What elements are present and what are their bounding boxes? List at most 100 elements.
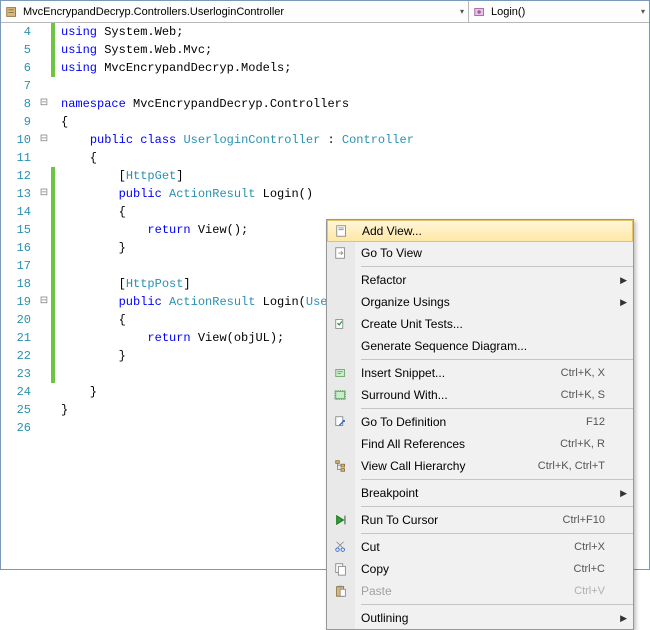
fold-toggle	[37, 203, 51, 221]
snippet-icon	[327, 362, 355, 384]
fold-toggle	[37, 329, 51, 347]
menu-label: Create Unit Tests...	[361, 317, 613, 331]
menu-item-view-call-hierarchy[interactable]: View Call HierarchyCtrl+K, Ctrl+T	[327, 455, 633, 477]
fold-toggle	[37, 347, 51, 365]
surround-icon	[327, 384, 355, 406]
menu-item-breakpoint[interactable]: Breakpoint▶	[327, 482, 633, 504]
copy-icon	[327, 558, 355, 580]
menu-item-outlining[interactable]: Outlining▶	[327, 607, 633, 629]
navigation-bar: MvcEncrypandDecryp.Controllers.Userlogin…	[1, 1, 649, 23]
menu-shortcut: Ctrl+K, S	[561, 389, 613, 401]
method-name: Login()	[491, 6, 525, 18]
fold-toggle	[37, 401, 51, 419]
class-path: MvcEncrypandDecryp.Controllers.Userlogin…	[23, 6, 284, 18]
menu-label: Refactor	[361, 273, 613, 287]
fold-toggle	[37, 311, 51, 329]
line-number: 22	[1, 347, 31, 365]
fold-toggle	[37, 149, 51, 167]
fold-toggle	[37, 365, 51, 383]
fold-toggle	[37, 221, 51, 239]
menu-item-copy[interactable]: CopyCtrl+C	[327, 558, 633, 580]
menu-label: Go To View	[361, 246, 613, 260]
menu-item-insert-snippet[interactable]: Insert Snippet...Ctrl+K, X	[327, 362, 633, 384]
menu-icon-empty	[327, 433, 355, 455]
menu-item-go-to-view[interactable]: Go To View	[327, 242, 633, 264]
line-number: 18	[1, 275, 31, 293]
add-view-icon	[328, 221, 356, 241]
line-number: 25	[1, 401, 31, 419]
fold-toggle[interactable]: ⊟	[37, 95, 51, 113]
line-number: 10	[1, 131, 31, 149]
code-line[interactable]: using System.Web.Mvc;	[61, 41, 649, 59]
menu-shortcut: Ctrl+K, X	[561, 367, 613, 379]
fold-toggle[interactable]: ⊟	[37, 131, 51, 149]
menu-item-run-to-cursor[interactable]: Run To CursorCtrl+F10	[327, 509, 633, 531]
fold-toggle	[37, 23, 51, 41]
fold-toggle[interactable]: ⊟	[37, 293, 51, 311]
code-line[interactable]: using System.Web;	[61, 23, 649, 41]
menu-shortcut: Ctrl+V	[574, 585, 613, 597]
line-number: 24	[1, 383, 31, 401]
code-line[interactable]: {	[61, 113, 649, 131]
line-number: 17	[1, 257, 31, 275]
fold-toggle	[37, 239, 51, 257]
code-line[interactable]	[61, 77, 649, 95]
paste-icon	[327, 580, 355, 602]
fold-toggle	[37, 41, 51, 59]
method-dropdown[interactable]: Login() ▾	[469, 1, 649, 22]
menu-label: View Call Hierarchy	[361, 459, 538, 473]
fold-toggle	[37, 167, 51, 185]
menu-label: Insert Snippet...	[361, 366, 561, 380]
code-line[interactable]: using MvcEncrypandDecryp.Models;	[61, 59, 649, 77]
code-line[interactable]: {	[61, 149, 649, 167]
code-line[interactable]: public class UserloginController : Contr…	[61, 131, 649, 149]
menu-item-refactor[interactable]: Refactor▶	[327, 269, 633, 291]
fold-column[interactable]: ⊟ ⊟ ⊟ ⊟	[37, 23, 51, 569]
menu-item-paste: PasteCtrl+V	[327, 580, 633, 602]
menu-shortcut: Ctrl+F10	[563, 514, 614, 526]
line-number: 12	[1, 167, 31, 185]
fold-toggle	[37, 77, 51, 95]
line-number: 8	[1, 95, 31, 113]
menu-label: Go To Definition	[361, 415, 586, 429]
method-icon	[473, 5, 487, 19]
line-number: 11	[1, 149, 31, 167]
menu-item-cut[interactable]: CutCtrl+X	[327, 536, 633, 558]
menu-item-go-to-definition[interactable]: Go To DefinitionF12	[327, 411, 633, 433]
menu-label: Add View...	[362, 224, 612, 238]
line-number: 13	[1, 185, 31, 203]
line-number: 19	[1, 293, 31, 311]
code-line[interactable]: [HttpGet]	[61, 167, 649, 185]
menu-item-add-view[interactable]: Add View...	[327, 220, 633, 242]
fold-toggle	[37, 113, 51, 131]
line-number: 5	[1, 41, 31, 59]
menu-label: Generate Sequence Diagram...	[361, 339, 613, 353]
line-number: 21	[1, 329, 31, 347]
line-number: 16	[1, 239, 31, 257]
menu-label: Breakpoint	[361, 486, 613, 500]
dropdown-arrow-icon: ▾	[641, 7, 645, 16]
fold-toggle[interactable]: ⊟	[37, 185, 51, 203]
fold-toggle	[37, 275, 51, 293]
line-number-gutter: 4567891011121314151617181920212223242526	[1, 23, 37, 569]
code-line[interactable]: namespace MvcEncrypandDecryp.Controllers	[61, 95, 649, 113]
menu-shortcut: Ctrl+C	[574, 563, 613, 575]
line-number: 15	[1, 221, 31, 239]
code-line[interactable]: public ActionResult Login()	[61, 185, 649, 203]
run-cursor-icon	[327, 509, 355, 531]
context-menu: Add View...Go To ViewRefactor▶Organize U…	[326, 219, 634, 630]
menu-icon-empty	[327, 291, 355, 313]
menu-item-generate-sequence-diagram[interactable]: Generate Sequence Diagram...	[327, 335, 633, 357]
menu-shortcut: F12	[586, 416, 613, 428]
menu-label: Run To Cursor	[361, 513, 563, 527]
line-number: 20	[1, 311, 31, 329]
dropdown-arrow-icon: ▾	[460, 7, 464, 16]
menu-item-find-all-references[interactable]: Find All ReferencesCtrl+K, R	[327, 433, 633, 455]
menu-icon-empty	[327, 607, 355, 629]
line-number: 9	[1, 113, 31, 131]
menu-item-create-unit-tests[interactable]: Create Unit Tests...	[327, 313, 633, 335]
class-dropdown[interactable]: MvcEncrypandDecryp.Controllers.Userlogin…	[1, 1, 469, 22]
menu-item-organize-usings[interactable]: Organize Usings▶	[327, 291, 633, 313]
menu-item-surround-with[interactable]: Surround With...Ctrl+K, S	[327, 384, 633, 406]
menu-label: Organize Usings	[361, 295, 613, 309]
